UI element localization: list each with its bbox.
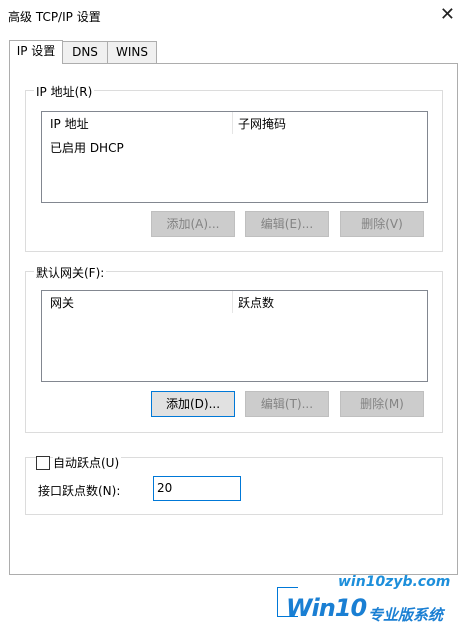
ip-address-legend: IP 地址(R): [34, 83, 95, 100]
column-separator[interactable]: [232, 291, 233, 313]
metric-group: 自动跃点(U) 接口跃点数(N): 20: [25, 454, 443, 515]
gateway-add-button[interactable]: 添加(D)...: [151, 391, 235, 417]
auto-metric-label[interactable]: 自动跃点(U): [53, 454, 122, 471]
column-header-metric[interactable]: 跃点数: [238, 294, 274, 311]
auto-metric-checkbox[interactable]: [36, 456, 50, 470]
default-gateway-legend: 默认网关(F):: [34, 264, 107, 281]
ip-delete-button[interactable]: 删除(V): [340, 211, 424, 237]
ip-add-button[interactable]: 添加(A)...: [151, 211, 235, 237]
column-header-gateway[interactable]: 网关: [50, 294, 74, 311]
gateway-list[interactable]: 网关 跃点数: [41, 290, 428, 382]
default-gateway-group: 默认网关(F): 网关 跃点数 添加(D)... 编辑(T)... 删除(M): [25, 264, 443, 433]
tab-panel: IP 地址(R) IP 地址 子网掩码 已启用 DHCP 添加(A)... 编辑…: [9, 63, 458, 575]
window-title: 高级 TCP/IP 设置: [8, 10, 101, 24]
watermark-subtitle: 专业版系统: [368, 606, 444, 624]
title-bar: 高级 TCP/IP 设置 ✕: [0, 0, 465, 32]
ip-edit-button[interactable]: 编辑(E)...: [245, 211, 329, 237]
column-separator[interactable]: [232, 112, 233, 134]
tab-ip-settings[interactable]: IP 设置: [9, 40, 63, 64]
gateway-delete-button[interactable]: 删除(M): [340, 391, 424, 417]
list-item[interactable]: 已启用 DHCP: [50, 139, 124, 156]
ip-list-header: IP 地址 子网掩码: [42, 112, 427, 134]
watermark-logo: Win10: [286, 594, 367, 622]
tab-wins[interactable]: WINS: [107, 41, 157, 63]
watermark-url: win10zyb.com: [338, 574, 451, 590]
column-header-ip[interactable]: IP 地址: [50, 115, 89, 132]
gateway-edit-button[interactable]: 编辑(T)...: [245, 391, 329, 417]
tab-dns[interactable]: DNS: [61, 41, 109, 63]
ip-address-group: IP 地址(R) IP 地址 子网掩码 已启用 DHCP 添加(A)... 编辑…: [25, 83, 443, 252]
interface-metric-input[interactable]: 20: [153, 476, 241, 501]
close-icon[interactable]: ✕: [440, 4, 455, 26]
ip-address-list[interactable]: IP 地址 子网掩码 已启用 DHCP: [41, 111, 428, 203]
column-header-subnet-mask[interactable]: 子网掩码: [238, 115, 286, 132]
gateway-list-header: 网关 跃点数: [42, 291, 427, 313]
interface-metric-label: 接口跃点数(N):: [38, 484, 121, 498]
